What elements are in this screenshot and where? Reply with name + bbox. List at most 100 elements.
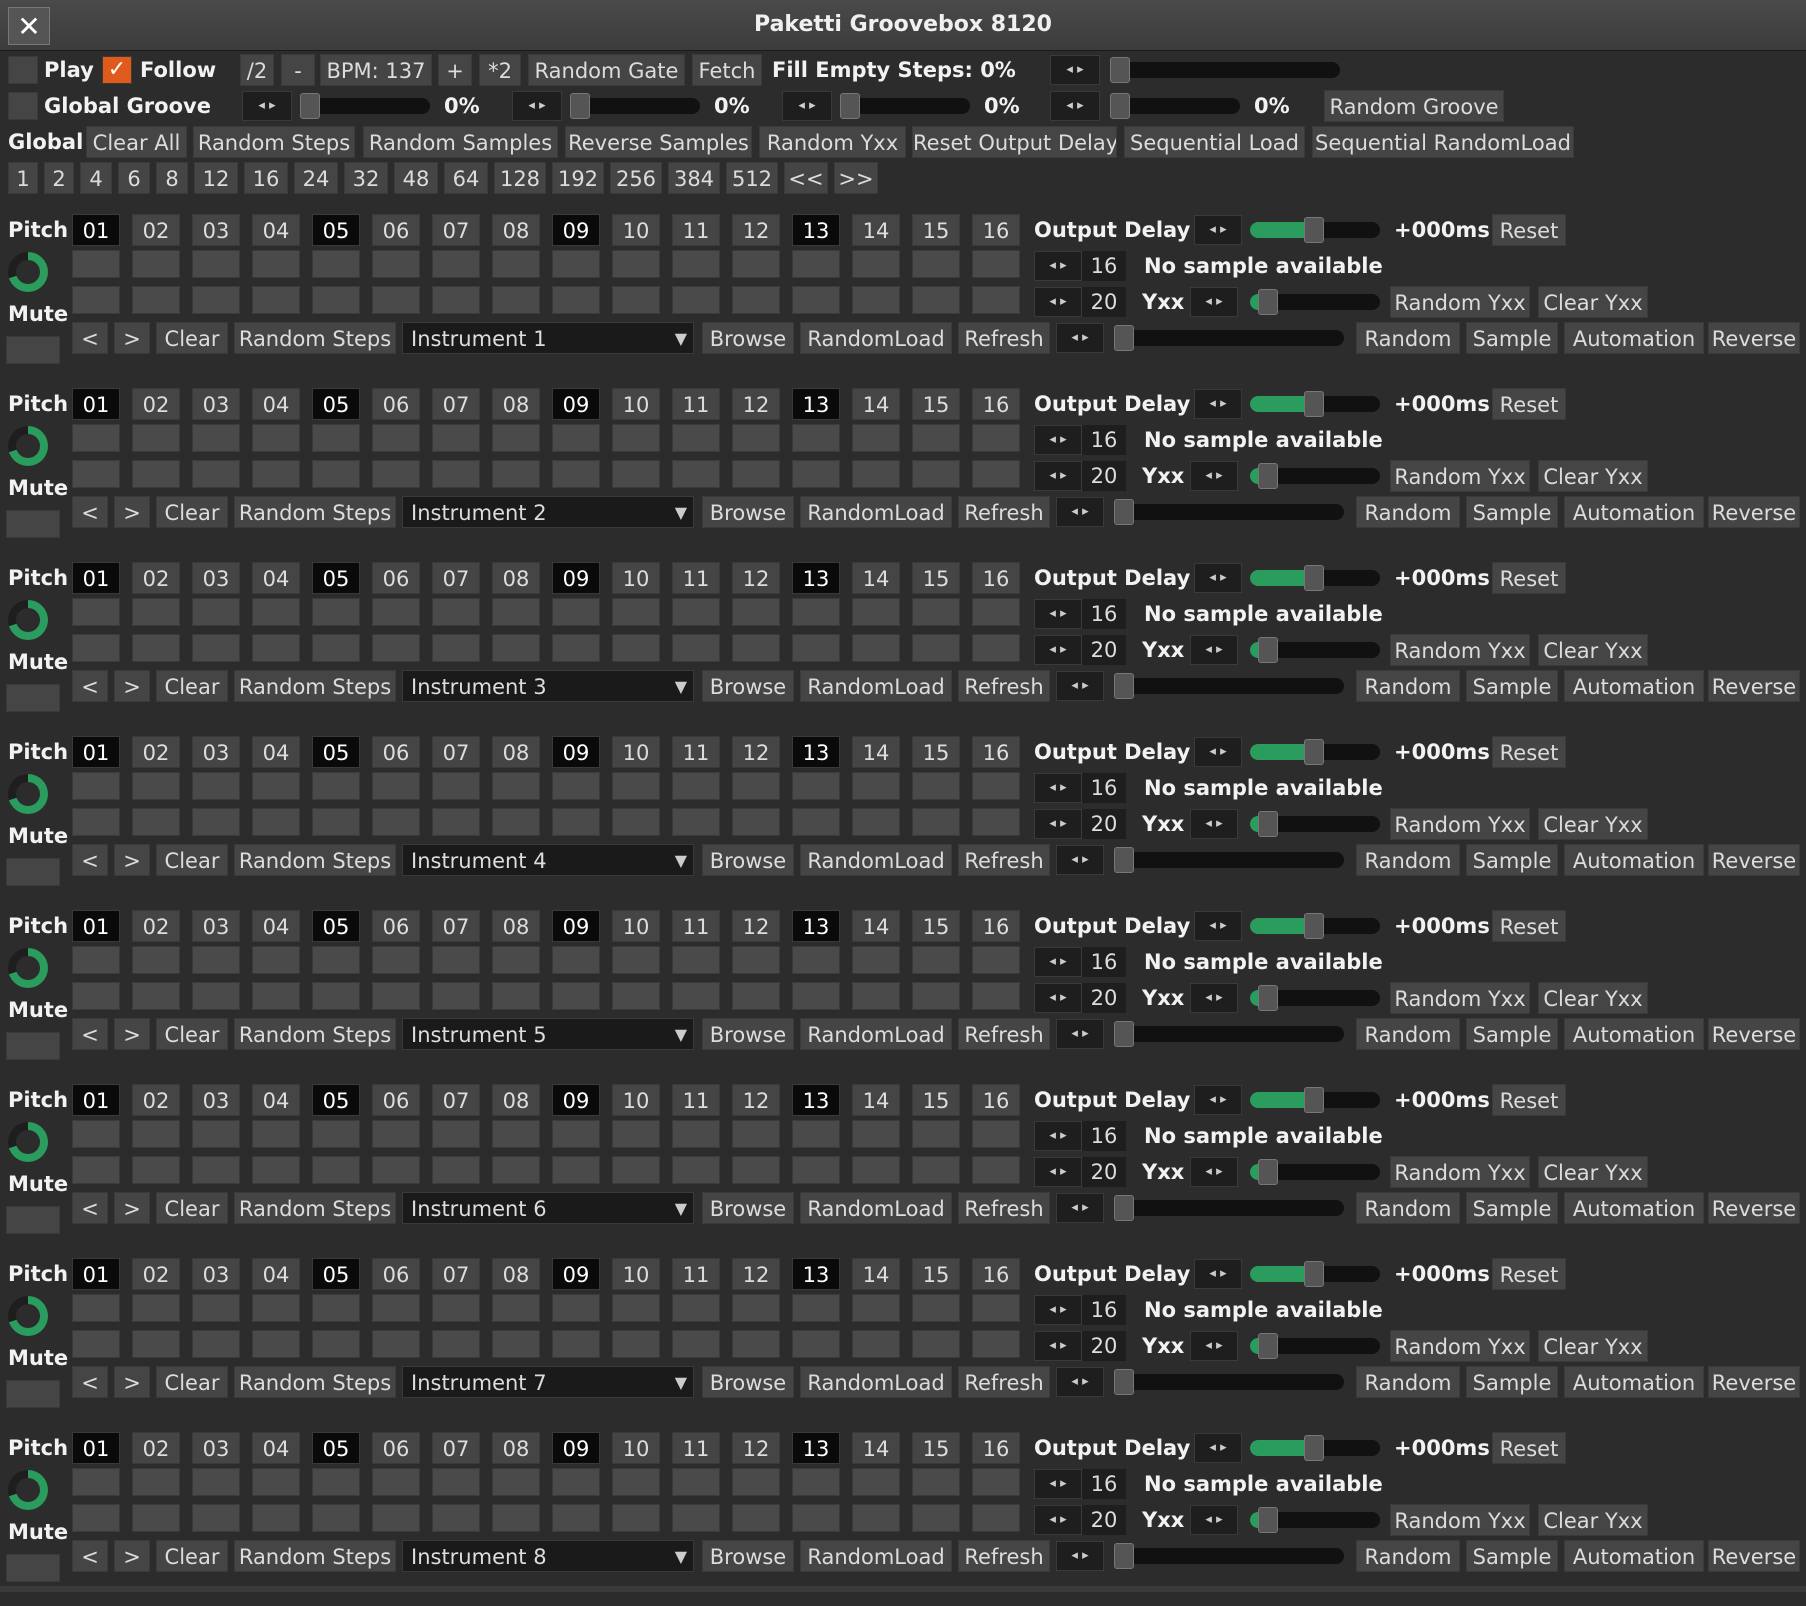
step-header-10[interactable]: 10 <box>612 1084 660 1116</box>
step-header-15[interactable]: 15 <box>912 910 960 942</box>
clear-yxx-button[interactable]: Clear Yxx <box>1538 1330 1648 1362</box>
slider-thumb[interactable] <box>1304 565 1324 591</box>
step-checkbox-row2-16[interactable] <box>972 634 1020 662</box>
step-checkbox-row2-12[interactable] <box>732 982 780 1010</box>
automation-button[interactable]: Automation <box>1564 1192 1704 1224</box>
automation-button[interactable]: Automation <box>1564 1018 1704 1050</box>
step-checkbox-row1-12[interactable] <box>732 424 780 452</box>
step-checkbox-row1-11[interactable] <box>672 772 720 800</box>
sample-button[interactable]: Sample <box>1466 496 1558 528</box>
random-samples-button[interactable]: Random Samples <box>363 126 558 158</box>
step-checkbox-row1-12[interactable] <box>732 1468 780 1496</box>
step-header-11[interactable]: 11 <box>672 388 720 420</box>
prev-button[interactable]: < <box>72 844 108 876</box>
step-count-arrows[interactable]: ◂ ▸ <box>1034 1469 1082 1499</box>
step-header-3[interactable]: 03 <box>192 736 240 768</box>
step-checkbox-row2-12[interactable] <box>732 460 780 488</box>
step-checkbox-row1-2[interactable] <box>132 1468 180 1496</box>
step-header-11[interactable]: 11 <box>672 1432 720 1464</box>
output-delay-arrows[interactable]: ◂ ▸ <box>1194 1259 1242 1289</box>
fill-empty-slider[interactable] <box>1110 57 1340 83</box>
random-yxx-button[interactable]: Random Yxx <box>1390 982 1530 1014</box>
step-checkbox-row2-3[interactable] <box>192 808 240 836</box>
step-checkbox-row1-11[interactable] <box>672 1468 720 1496</box>
step-header-6[interactable]: 06 <box>372 910 420 942</box>
step-checkbox-row1-13[interactable] <box>792 598 840 626</box>
step-checkbox-row2-13[interactable] <box>792 286 840 314</box>
output-delay-slider[interactable] <box>1250 565 1380 591</box>
step-header-11[interactable]: 11 <box>672 562 720 594</box>
groove-1-slider[interactable] <box>300 93 430 119</box>
clear-button[interactable]: Clear <box>156 1366 228 1398</box>
step-header-3[interactable]: 03 <box>192 1258 240 1290</box>
step-checkbox-row2-2[interactable] <box>132 808 180 836</box>
step-header-12[interactable]: 12 <box>732 1084 780 1116</box>
random-button[interactable]: Random <box>1356 322 1460 354</box>
prev-button[interactable]: < <box>72 322 108 354</box>
step-checkbox-row1-15[interactable] <box>912 1468 960 1496</box>
slider-thumb[interactable] <box>1114 673 1134 699</box>
step-header-15[interactable]: 15 <box>912 214 960 246</box>
refresh-button[interactable]: Refresh <box>958 496 1050 528</box>
step-checkbox-row1-6[interactable] <box>372 772 420 800</box>
step-checkbox-row1-12[interactable] <box>732 772 780 800</box>
step-header-9[interactable]: 09 <box>552 562 600 594</box>
velocity-arrows[interactable]: ◂ ▸ <box>1056 497 1104 527</box>
random-yxx-button[interactable]: Random Yxx <box>1390 460 1530 492</box>
yxx-slider[interactable] <box>1250 985 1380 1011</box>
refresh-button[interactable]: Refresh <box>958 1366 1050 1398</box>
output-delay-arrows[interactable]: ◂ ▸ <box>1194 911 1242 941</box>
instrument-select[interactable]: Instrument 4 ▼ <box>402 844 694 876</box>
step-count-button-1[interactable]: 1 <box>8 162 38 194</box>
random-button[interactable]: Random <box>1356 1540 1460 1572</box>
step-count-button-2[interactable]: 2 <box>44 162 74 194</box>
step-checkbox-row2-11[interactable] <box>672 1156 720 1184</box>
half-bpm-button[interactable]: /2 <box>240 54 274 86</box>
step-checkbox-row2-12[interactable] <box>732 808 780 836</box>
yxx-value[interactable]: 20 <box>1082 1157 1126 1187</box>
step-header-14[interactable]: 14 <box>852 736 900 768</box>
slider-thumb[interactable] <box>1258 1507 1278 1533</box>
step-header-8[interactable]: 08 <box>492 562 540 594</box>
step-checkbox-row2-9[interactable] <box>552 1504 600 1532</box>
random-steps-button[interactable]: Random Steps <box>234 1540 396 1572</box>
step-checkbox-row1-16[interactable] <box>972 598 1020 626</box>
step-checkbox-row1-3[interactable] <box>192 424 240 452</box>
velocity-slider[interactable] <box>1114 847 1344 873</box>
step-checkbox-row2-9[interactable] <box>552 808 600 836</box>
prev-button[interactable]: < <box>72 1540 108 1572</box>
step-checkbox-row1-4[interactable] <box>252 1120 300 1148</box>
step-checkbox-row2-13[interactable] <box>792 1504 840 1532</box>
next-button[interactable]: > <box>114 1366 150 1398</box>
step-checkbox-row1-15[interactable] <box>912 946 960 974</box>
clear-button[interactable]: Clear <box>156 322 228 354</box>
clear-yxx-button[interactable]: Clear Yxx <box>1538 1156 1648 1188</box>
fill-empty-arrows[interactable]: ◂ ▸ <box>1050 55 1100 85</box>
step-checkbox-row2-4[interactable] <box>252 286 300 314</box>
step-checkbox-row1-8[interactable] <box>492 772 540 800</box>
random-load-button[interactable]: RandomLoad <box>800 1192 952 1224</box>
yxx-value[interactable]: 20 <box>1082 1331 1126 1361</box>
step-checkbox-row2-10[interactable] <box>612 1504 660 1532</box>
step-header-7[interactable]: 07 <box>432 1432 480 1464</box>
step-checkbox-row2-3[interactable] <box>192 1156 240 1184</box>
step-checkbox-row2-5[interactable] <box>312 982 360 1010</box>
step-checkbox-row1-12[interactable] <box>732 946 780 974</box>
slider-thumb[interactable] <box>1110 93 1130 119</box>
refresh-button[interactable]: Refresh <box>958 670 1050 702</box>
step-count-arrows[interactable]: ◂ ▸ <box>1034 251 1082 281</box>
slider-thumb[interactable] <box>1114 1369 1134 1395</box>
step-header-12[interactable]: 12 <box>732 1432 780 1464</box>
step-header-15[interactable]: 15 <box>912 562 960 594</box>
velocity-slider[interactable] <box>1114 1195 1344 1221</box>
clear-button[interactable]: Clear <box>156 1540 228 1572</box>
next-button[interactable]: > <box>114 844 150 876</box>
step-checkbox-row1-12[interactable] <box>732 1294 780 1322</box>
step-checkbox-row2-13[interactable] <box>792 1156 840 1184</box>
step-header-10[interactable]: 10 <box>612 910 660 942</box>
automation-button[interactable]: Automation <box>1564 1366 1704 1398</box>
mute-checkbox[interactable] <box>6 858 60 886</box>
pitch-knob[interactable] <box>8 426 48 466</box>
step-checkbox-row2-13[interactable] <box>792 1330 840 1358</box>
step-checkbox-row2-1[interactable] <box>72 1504 120 1532</box>
